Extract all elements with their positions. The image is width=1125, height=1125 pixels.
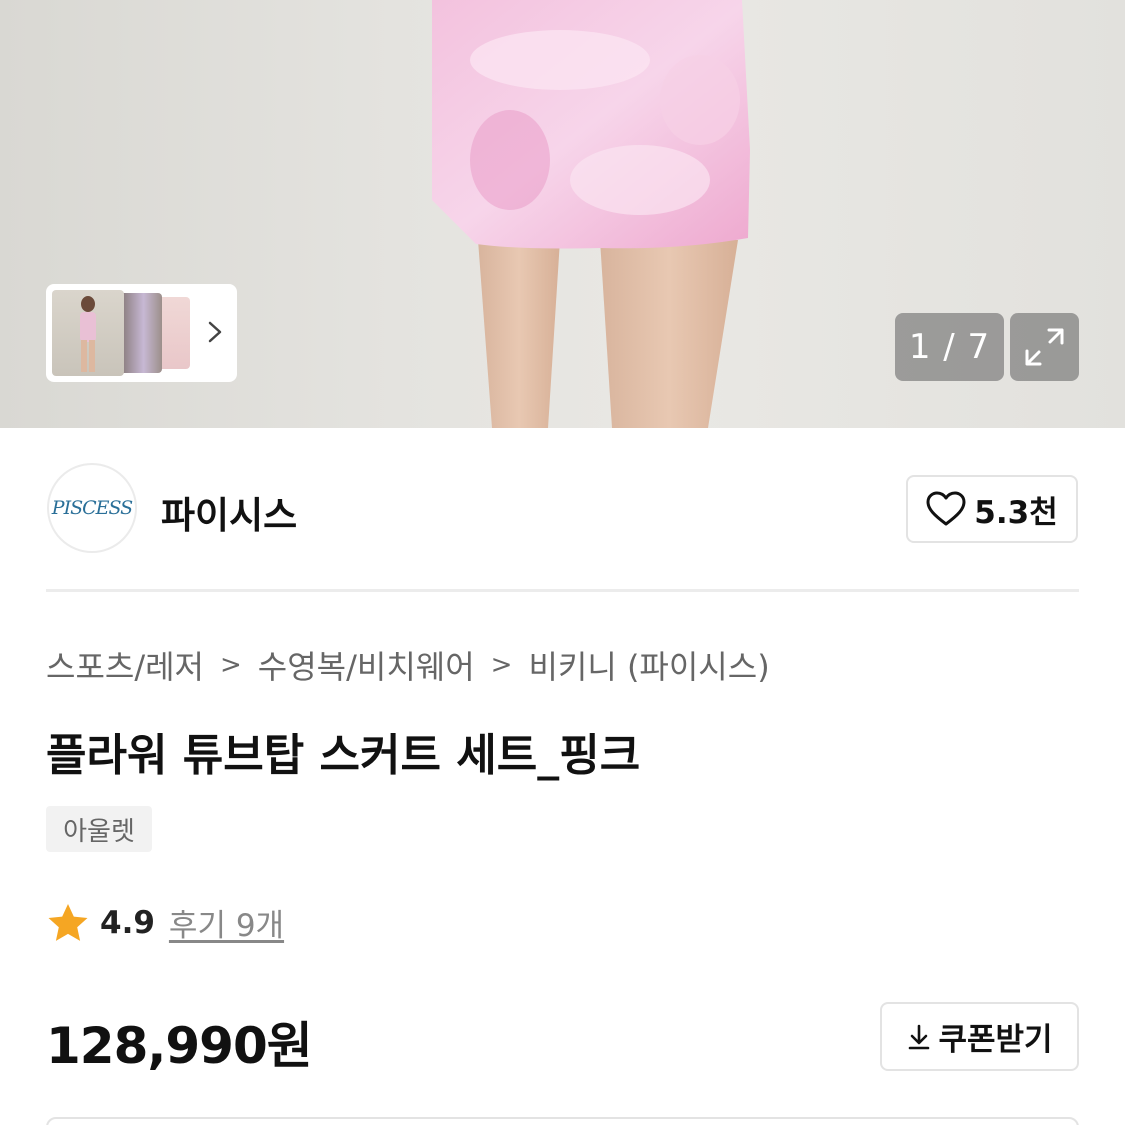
- reviews-link[interactable]: 후기 9개: [169, 900, 284, 945]
- rating-row: 4.9 후기 9개: [46, 900, 284, 945]
- chevron-right-icon[interactable]: [203, 318, 227, 346]
- chevron-right-icon: >: [490, 650, 513, 680]
- thumbnail-1[interactable]: [52, 290, 124, 376]
- breadcrumb: 스포츠/레저 > 수영복/비치웨어 > 비키니 (파이시스): [46, 642, 770, 688]
- star-icon: [48, 903, 88, 941]
- coupon-button[interactable]: 쿠폰받기: [880, 1002, 1079, 1071]
- like-button[interactable]: 5.3천: [906, 475, 1078, 543]
- breadcrumb-item-bikini[interactable]: 비키니 (파이시스): [528, 642, 769, 688]
- thumbnail-strip[interactable]: [46, 284, 237, 382]
- product-price: 128,990원: [46, 1017, 313, 1075]
- breadcrumb-item-swimwear[interactable]: 수영복/비치웨어: [258, 642, 475, 688]
- shop-name[interactable]: 파이시스: [161, 485, 297, 539]
- shop-logo[interactable]: PISCESS: [47, 463, 137, 553]
- chevron-right-icon: >: [219, 650, 242, 680]
- download-icon: [909, 1024, 930, 1049]
- image-counter: 1 / 7: [895, 313, 1004, 381]
- product-title: 플라워 튜브탑 스커트 세트_핑크: [46, 730, 641, 781]
- breadcrumb-item-sports[interactable]: 스포츠/레저: [46, 642, 204, 688]
- next-section-card: [46, 1117, 1079, 1125]
- like-count: 5.3천: [974, 494, 1058, 531]
- outlet-badge: 아울렛: [46, 806, 152, 852]
- expand-button[interactable]: [1010, 313, 1079, 381]
- divider: [46, 589, 1079, 592]
- rating-score: 4.9: [100, 904, 155, 941]
- heart-icon: [926, 491, 966, 526]
- product-image-gallery[interactable]: 1 / 7: [0, 0, 1125, 428]
- expand-icon: [1025, 328, 1064, 366]
- coupon-label: 쿠폰받기: [938, 1022, 1053, 1058]
